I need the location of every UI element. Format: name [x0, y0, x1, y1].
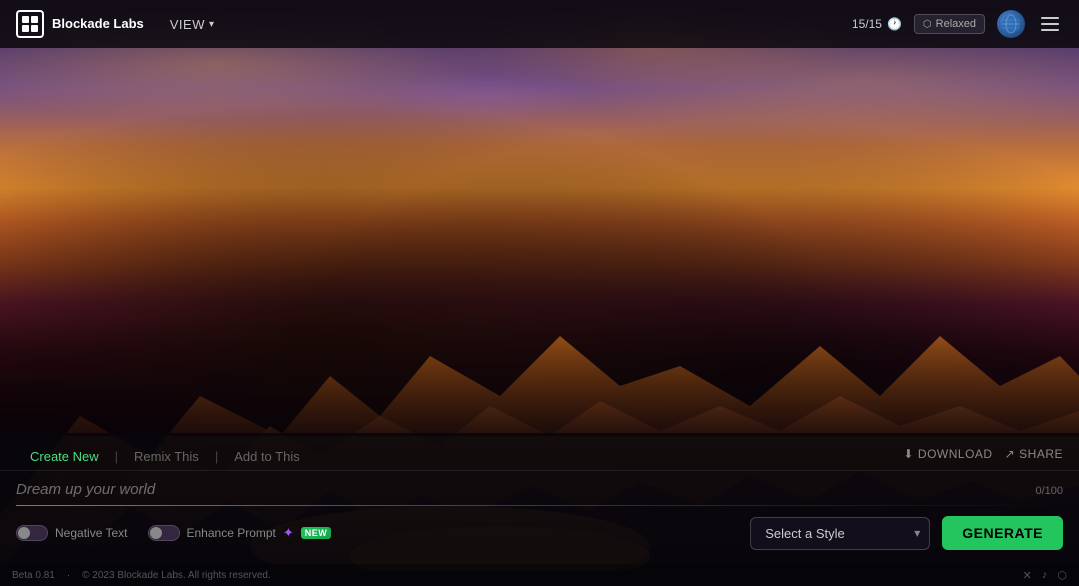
download-icon: ⬇ — [903, 447, 914, 461]
sparkle-icon: ✦ — [283, 525, 294, 541]
controls-right: Select a Style Realistic Fantasy Anime L… — [750, 516, 1063, 550]
tabs-right-actions: ⬇ DOWNLOAD ↗ SHARE — [903, 447, 1063, 467]
share-label: SHARE — [1019, 447, 1063, 461]
tab-add-to-this[interactable]: Add to This — [220, 443, 314, 470]
hamburger-menu-button[interactable] — [1037, 13, 1063, 35]
tab-create-new-label: Create New — [30, 449, 99, 464]
style-select[interactable]: Select a Style Realistic Fantasy Anime L… — [750, 517, 930, 550]
negative-text-label: Negative Text — [55, 526, 128, 540]
view-menu[interactable]: VIEW ▾ — [164, 13, 221, 36]
controls-row: Negative Text Enhance Prompt ✦ NEW Selec… — [0, 506, 1079, 564]
generate-label: GENERATE — [962, 525, 1043, 541]
chevron-down-icon: ▾ — [209, 19, 215, 30]
credits-count: 15/15 — [852, 17, 882, 31]
enhance-prompt-label: Enhance Prompt — [187, 526, 276, 540]
char-count: 0/100 — [1035, 485, 1063, 497]
footer: Beta 0.81 · © 2023 Blockade Labs. All ri… — [0, 564, 1079, 586]
prompt-row: 0/100 — [0, 471, 1079, 505]
tabs-row: Create New | Remix This | Add to This ⬇ … — [0, 433, 1079, 471]
tab-separator-2: | — [213, 449, 220, 464]
view-label: VIEW — [170, 17, 205, 32]
topbar-right: 15/15 🕐 ⬡ Relaxed — [852, 10, 1063, 38]
tab-remix-this[interactable]: Remix This — [120, 443, 213, 470]
globe-icon[interactable] — [997, 10, 1025, 38]
hamburger-line-1 — [1041, 17, 1059, 19]
share-button[interactable]: ↗ SHARE — [1005, 447, 1063, 461]
topbar: Blockade Labs VIEW ▾ 15/15 🕐 ⬡ Relaxed — [0, 0, 1079, 48]
toggle-knob — [18, 527, 30, 539]
negative-text-toggle-group: Negative Text — [16, 525, 128, 541]
share-icon: ↗ — [1005, 447, 1016, 461]
footer-copyright: © 2023 Blockade Labs. All rights reserve… — [82, 570, 271, 581]
footer-version: Beta 0.81 — [12, 570, 55, 581]
hamburger-line-3 — [1041, 29, 1059, 31]
hamburger-line-2 — [1041, 23, 1059, 25]
footer-separator: · — [67, 570, 70, 581]
relaxed-label: Relaxed — [936, 18, 976, 30]
download-label: DOWNLOAD — [918, 447, 993, 461]
tab-remix-this-label: Remix This — [134, 449, 199, 464]
tab-create-new[interactable]: Create New — [16, 443, 113, 470]
twitter-icon[interactable]: ✕ — [1023, 569, 1032, 582]
footer-social-icons: ✕ ♪ ⬡ — [1023, 569, 1067, 582]
clock-icon: 🕐 — [887, 17, 902, 31]
mode-indicator-icon: ⬡ — [923, 19, 932, 30]
logo-name-text: Blockade Labs — [52, 16, 144, 31]
logo-text: Blockade Labs — [52, 16, 144, 32]
tab-separator-1: | — [113, 449, 120, 464]
generate-button[interactable]: GENERATE — [942, 516, 1063, 550]
logo-icon — [16, 10, 44, 38]
prompt-input[interactable] — [16, 481, 1063, 498]
instagram-icon[interactable]: ⬡ — [1057, 569, 1067, 582]
toggle-knob-2 — [150, 527, 162, 539]
download-button[interactable]: ⬇ DOWNLOAD — [903, 447, 992, 461]
enhance-prompt-toggle-group: Enhance Prompt ✦ NEW — [148, 525, 332, 541]
bottom-panel: Create New | Remix This | Add to This ⬇ … — [0, 433, 1079, 564]
new-badge: NEW — [301, 527, 332, 539]
enhance-prompt-toggle[interactable] — [148, 525, 180, 541]
tab-add-to-this-label: Add to This — [234, 449, 300, 464]
credits-badge: 15/15 🕐 — [852, 17, 902, 31]
negative-text-toggle[interactable] — [16, 525, 48, 541]
relaxed-badge: ⬡ Relaxed — [914, 14, 985, 34]
tiktok-icon[interactable]: ♪ — [1042, 569, 1048, 581]
logo-container: Blockade Labs — [16, 10, 144, 38]
style-select-wrapper: Select a Style Realistic Fantasy Anime L… — [750, 517, 930, 550]
